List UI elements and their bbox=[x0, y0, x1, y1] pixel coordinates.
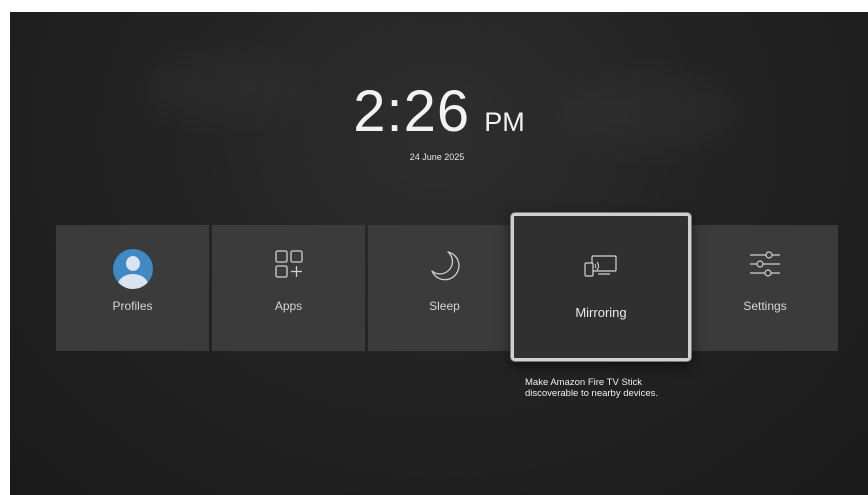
moon-icon bbox=[428, 249, 462, 288]
fire-tv-quick-menu: 2:26 PM 24 June 2025 Profiles Apps Sleep… bbox=[10, 12, 868, 495]
clock-time: 2:26 bbox=[353, 79, 471, 144]
profile-avatar-icon bbox=[112, 249, 153, 289]
profiles-label: Profiles bbox=[112, 299, 153, 313]
apps-grid-icon bbox=[274, 249, 304, 284]
sliders-icon bbox=[748, 249, 782, 284]
apps-label: Apps bbox=[274, 299, 303, 313]
profiles-tile[interactable]: Profiles bbox=[56, 225, 209, 351]
sleep-label: Sleep bbox=[429, 299, 460, 313]
focused-tile-description: Make Amazon Fire TV Stick discoverable t… bbox=[525, 377, 659, 399]
clock-ampm: PM bbox=[484, 107, 525, 137]
mirroring-icon bbox=[583, 254, 619, 283]
mirroring-tile[interactable]: Mirroring bbox=[511, 213, 691, 361]
mirroring-label: Mirroring bbox=[575, 305, 627, 320]
settings-tile[interactable]: Settings bbox=[692, 225, 838, 351]
clock: 2:26 PM 24 June 2025 bbox=[10, 79, 868, 163]
apps-tile[interactable]: Apps bbox=[212, 225, 365, 351]
clock-date: 24 June 2025 bbox=[409, 152, 465, 162]
quick-settings-row: Profiles Apps Sleep Mirroring Settings bbox=[56, 213, 838, 363]
sleep-tile[interactable]: Sleep bbox=[368, 225, 521, 351]
settings-label: Settings bbox=[743, 299, 787, 313]
